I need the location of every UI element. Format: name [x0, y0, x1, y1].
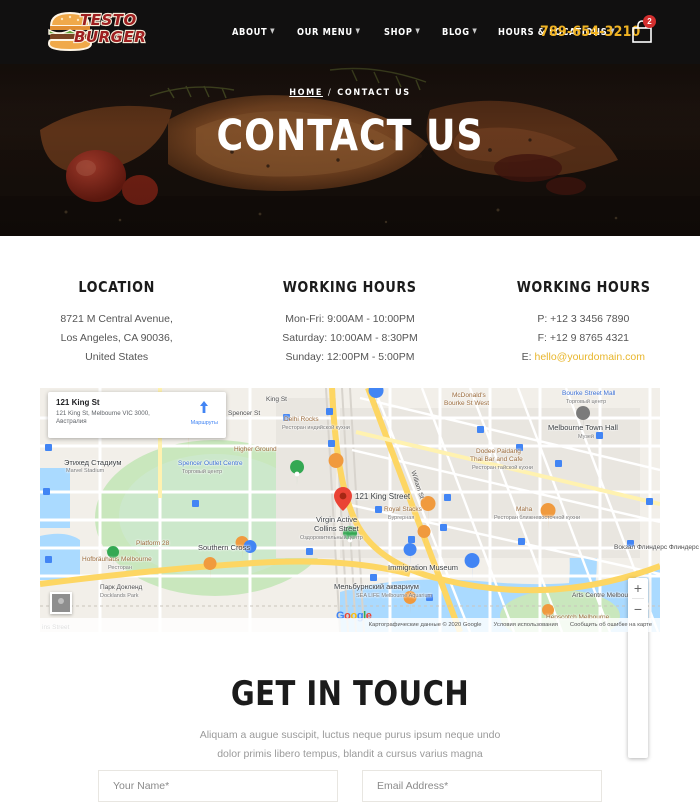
map-zoom-controls[interactable]: + −: [628, 578, 648, 758]
map-label: McDonald's: [452, 392, 486, 400]
logo-line-2: BURGER: [74, 30, 142, 45]
nav-item-blog[interactable]: BLOG ▼: [442, 27, 478, 38]
map-label: Virgin Active: [316, 516, 357, 524]
info-line-phone: P: +12 3 3456 7890: [467, 310, 700, 329]
your-name-input[interactable]: [113, 780, 323, 792]
info-column-location: LOCATION 8721 M Central Avenue, Los Ange…: [0, 236, 233, 388]
map-label: Этихед Стадиум: [64, 459, 121, 467]
map-label: King St: [266, 396, 287, 404]
map-label-sub: Collins Street: [314, 525, 359, 533]
map-label-sub: Ресторан: [108, 564, 132, 572]
info-title-working-hours: WORKING HOURS: [239, 278, 461, 296]
map-info-card[interactable]: 121 King St 121 King St, Melbourne VIC 3…: [48, 392, 226, 438]
cart-button[interactable]: 2: [630, 18, 660, 48]
nav-label-about: ABOUT: [232, 27, 267, 38]
map-label: Maha: [516, 506, 532, 514]
cart-badge: 2: [643, 15, 656, 28]
info-line: Mon-Fri: 9:00AM - 10:00PM: [233, 310, 466, 329]
nav-item-shop[interactable]: SHOP ▼: [384, 27, 420, 38]
directions-arrow-icon: [197, 400, 211, 414]
map-label: Higher Ground: [234, 446, 277, 454]
map-label: Dodee Paidang: [476, 448, 521, 456]
directions-label: Маршруты: [191, 420, 218, 426]
nav-item-about[interactable]: ABOUT ▼: [232, 27, 275, 38]
info-line: United States: [0, 348, 233, 367]
info-column-working-hours: WORKING HOURS Mon-Fri: 9:00AM - 10:00PM …: [233, 236, 466, 388]
chevron-down-icon: ▼: [415, 27, 420, 35]
google-logo[interactable]: Google: [336, 610, 372, 784]
breadcrumb-separator: /: [328, 88, 332, 98]
chevron-down-icon: ▼: [270, 27, 275, 35]
map-label-sub: Ресторан тайской кухни: [472, 464, 533, 472]
hero-content: HOME / CONTACT US CONTACT US: [0, 88, 700, 158]
name-field-wrapper[interactable]: [98, 770, 338, 802]
map-attribution-bar: Картографические данные © 2020 Google Ус…: [40, 618, 660, 632]
map-label-sub: Thai Bar and Cafe: [470, 456, 523, 464]
email-field-wrapper[interactable]: [362, 770, 602, 802]
nav-label-shop: SHOP: [384, 27, 413, 38]
map-label: Spencer St: [228, 410, 260, 418]
contact-info-section: LOCATION 8721 M Central Avenue, Los Ange…: [0, 236, 700, 388]
breadcrumb-current: CONTACT US: [337, 88, 410, 98]
map-label-sub: Docklands Park: [100, 592, 139, 600]
map-label: Bourke Street Mall: [562, 390, 615, 398]
map-label: Royal Stacks: [384, 506, 422, 514]
map-label-sub: Bourke St West: [444, 400, 489, 408]
nav-label-our-menu: OUR MENU: [297, 27, 353, 38]
map-selected-marker[interactable]: [334, 487, 352, 516]
info-line-email: E: hello@yourdomain.com: [467, 348, 700, 367]
map-report-link[interactable]: Сообщить об ошибке на карте: [570, 622, 652, 628]
info-line: Los Angeles, CA 90036,: [0, 329, 233, 348]
map-label: Platform 28: [136, 540, 169, 548]
map-label: Вокзал Флиндерс Флиндерс: [614, 544, 699, 552]
info-line: Sunday: 12:00PM - 5:00PM: [233, 348, 466, 367]
map-label-sub: Ресторан ближневосточной кухни: [494, 514, 580, 522]
map-label: Delhi Rocks: [284, 416, 319, 424]
map-label-sub: Музей: [578, 433, 594, 441]
map-label: Southern Cross: [198, 544, 250, 552]
info-title-location: LOCATION: [6, 278, 228, 296]
zoom-out-button[interactable]: −: [628, 599, 648, 619]
map-label-sub: Оздоровительный центр: [300, 534, 363, 542]
location-pin-icon: [334, 487, 352, 511]
chevron-down-icon: ▼: [472, 27, 477, 35]
breadcrumb-home-link[interactable]: HOME: [289, 88, 323, 98]
map-label-sub: Торговый центр: [566, 398, 606, 406]
map-copyright: Картографические данные © 2020 Google: [369, 622, 482, 628]
info-column-contact: WORKING HOURS P: +12 3 3456 7890 F: +12 …: [467, 236, 700, 388]
email-address-input[interactable]: [377, 780, 587, 792]
site-header: TESTO BURGER ABOUT ▼ OUR MENU ▼ SHOP ▼ B…: [0, 0, 700, 64]
street-view-thumbnail[interactable]: [50, 592, 72, 614]
info-line: 8721 M Central Avenue,: [0, 310, 233, 329]
zoom-in-button[interactable]: +: [628, 578, 648, 598]
directions-button[interactable]: Маршруты: [191, 400, 218, 426]
info-title-contact: WORKING HOURS: [472, 278, 694, 296]
site-logo[interactable]: TESTO BURGER: [44, 5, 140, 60]
map-label: Парк Докленд: [100, 584, 142, 592]
map-label-sub: Marvel Stadium: [66, 467, 104, 475]
chevron-down-icon: ▼: [355, 27, 360, 35]
map-label: Hofbräuhaus Melbourne: [82, 556, 152, 564]
map-marker-label: 121 King Street: [355, 493, 410, 501]
map-label-sub: Бургерная: [388, 514, 414, 522]
nav-label-blog: BLOG: [442, 27, 470, 38]
email-prefix: E:: [522, 351, 535, 363]
info-line: Saturday: 10:00AM - 8:30PM: [233, 329, 466, 348]
info-line-fax: F: +12 9 8765 4321: [467, 329, 700, 348]
map-label: Melbourne Town Hall: [548, 424, 618, 432]
email-link[interactable]: hello@yourdomain.com: [535, 351, 645, 363]
nav-item-our-menu[interactable]: OUR MENU ▼: [297, 27, 361, 38]
header-phone-number[interactable]: 789-654-3210: [540, 24, 641, 40]
logo-wordmark: TESTO BURGER: [80, 13, 142, 45]
map-label: Мельбурнский аквариум: [334, 583, 419, 591]
map-label-sub: SEA LIFE Melbourne Aquarium: [356, 592, 432, 600]
map-terms-link[interactable]: Условия использования: [494, 622, 558, 628]
logo-line-1: TESTO: [80, 13, 142, 28]
page-title: CONTACT US: [21, 115, 679, 158]
map-label: Immigration Museum: [388, 564, 458, 572]
map-label: Spencer Outlet Centre: [178, 460, 243, 468]
map-label-sub: Торговый центр: [182, 468, 222, 476]
map-label-sub: Ресторан индийской кухни: [282, 424, 350, 432]
breadcrumb: HOME / CONTACT US: [0, 88, 700, 98]
